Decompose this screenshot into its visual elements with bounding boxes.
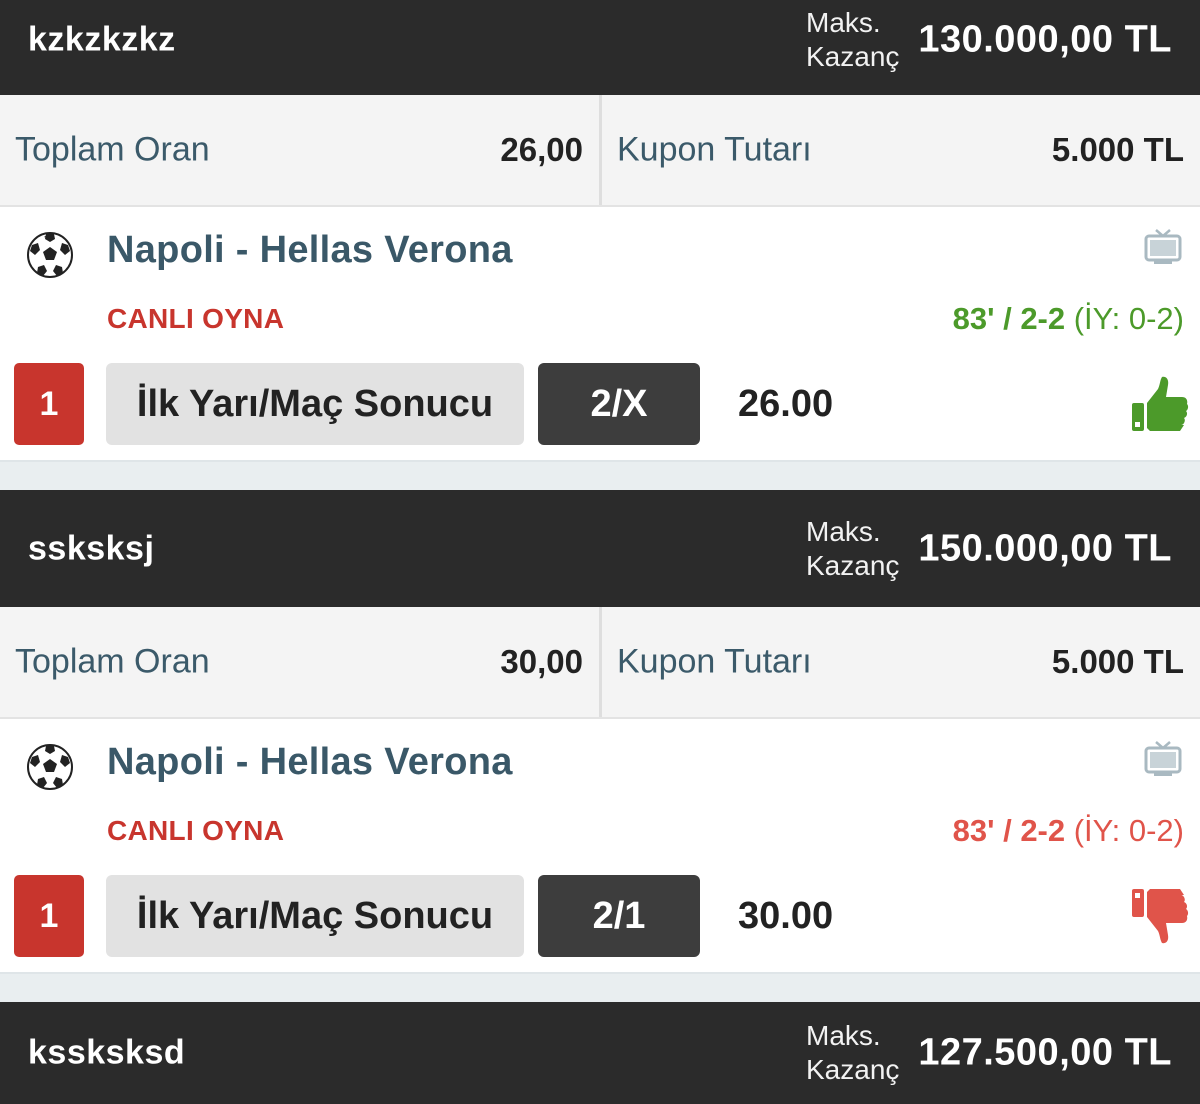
coupon-name: kssksksd (28, 1033, 186, 1072)
market-label: İlk Yarı/Maç Sonucu (106, 875, 524, 957)
tv-icon[interactable] (1144, 739, 1182, 777)
live-play-label[interactable]: CANLI OYNA (107, 303, 284, 335)
live-play-label[interactable]: CANLI OYNA (107, 815, 284, 847)
coupon-stats: Toplam Oran 30,00 Kupon Tutarı 5.000 TL (0, 607, 1200, 719)
event-number-badge: 1 (14, 875, 84, 957)
coupon-card: kzkzkzkz Maks. Kazanç 130.000,00 TL Topl… (0, 0, 1200, 492)
total-odds-value: 26,00 (500, 131, 583, 168)
market-label: İlk Yarı/Maç Sonucu (106, 363, 524, 445)
max-win-label: Maks. Kazanç (806, 6, 900, 72)
total-odds-label: Toplam Oran (15, 642, 210, 681)
event-row[interactable]: Napoli - Hellas Verona CANLI OYNA 83' / … (0, 207, 1200, 462)
coupon-header[interactable]: kssksksd Maks. Kazanç 127.500,00 TL (0, 1002, 1200, 1104)
total-odds-value: 30,00 (500, 643, 583, 680)
max-win-amount: 150.000,00 TL (918, 527, 1172, 569)
stake-label: Kupon Tutarı (617, 642, 812, 681)
coupon-name: ssksksj (28, 529, 155, 567)
coupon-stats: Toplam Oran 26,00 Kupon Tutarı 5.000 TL (0, 95, 1200, 207)
stake-value: 5.000 TL (1051, 643, 1184, 680)
selection-pick: 2/1 (538, 875, 700, 957)
max-win-amount: 130.000,00 TL (918, 18, 1172, 61)
coupon-card: ssksksj Maks. Kazanç 150.000,00 TL Topla… (0, 490, 1200, 1004)
tv-icon[interactable] (1144, 227, 1182, 265)
selection-odd: 26.00 (738, 383, 834, 425)
thumbs-down-icon (1132, 889, 1189, 944)
live-score: 83' / 2-2 (İY: 0-2) (952, 813, 1184, 848)
match-name[interactable]: Napoli - Hellas Verona (107, 229, 513, 272)
soccer-ball-icon (27, 744, 73, 790)
coupon-card: kssksksd Maks. Kazanç 127.500,00 TL (0, 1002, 1200, 1104)
event-row[interactable]: Napoli - Hellas Verona CANLI OYNA 83' / … (0, 719, 1200, 974)
coupon-header[interactable]: ssksksj Maks. Kazanç 150.000,00 TL (0, 490, 1200, 607)
selection-pick: 2/X (538, 363, 700, 445)
event-number-badge: 1 (14, 363, 84, 445)
stake-label: Kupon Tutarı (617, 130, 812, 169)
coupon-name: kzkzkzkz (28, 20, 176, 59)
stake-value: 5.000 TL (1051, 131, 1184, 168)
selection-odd: 30.00 (738, 895, 834, 937)
max-win-label: Maks. Kazanç (806, 515, 900, 581)
live-score: 83' / 2-2 (İY: 0-2) (952, 301, 1184, 336)
thumbs-up-icon (1132, 376, 1189, 431)
match-name[interactable]: Napoli - Hellas Verona (107, 741, 513, 784)
max-win-amount: 127.500,00 TL (918, 1031, 1172, 1074)
coupon-header[interactable]: kzkzkzkz Maks. Kazanç 130.000,00 TL (0, 0, 1200, 95)
total-odds-label: Toplam Oran (15, 130, 210, 169)
max-win-label: Maks. Kazanç (806, 1020, 900, 1085)
soccer-ball-icon (27, 232, 73, 278)
